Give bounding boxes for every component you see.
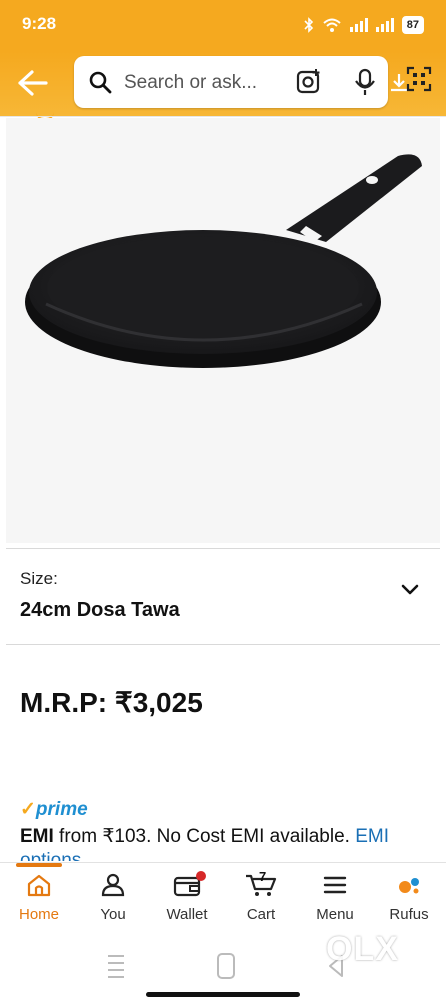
back-arrow-icon[interactable] [14,68,50,98]
signal-icon [349,18,368,32]
recent-apps-icon[interactable] [106,952,126,980]
share-overlay-icon[interactable] [326,70,352,96]
user-icon [101,873,125,897]
menu-icon [323,876,347,894]
tab-rufus-label: Rufus [389,906,429,923]
rufus-icon [399,878,419,894]
battery-indicator: 87 [401,16,424,34]
tab-you-label: You [100,906,126,923]
tab-home-label: Home [18,906,59,923]
tab-wallet[interactable]: Wallet [152,871,222,923]
tab-you[interactable]: You [78,873,148,923]
bluetooth-icon [304,17,313,33]
size-label: Size: [20,569,58,588]
active-tab-indicator [16,863,62,867]
tab-home[interactable]: Home [4,873,74,923]
emi-bold: EMI [20,826,54,847]
tab-cart[interactable]: 7 Cart [226,869,296,923]
tab-menu-label: Menu [316,906,354,923]
header-divider [0,116,446,117]
phone-screen: 9:28 87 Search or ask... Size: 24cm Dosa… [0,0,446,999]
emi-info: EMI from ₹103. No Cost EMI available. EM… [20,825,389,848]
qr-scan-icon[interactable] [406,66,432,92]
notification-dot [196,871,206,881]
status-time: 9:28 [22,14,57,33]
cart-count-badge: 7 [259,869,267,884]
emi-text: from ₹103. No Cost EMI available. [53,826,356,847]
home-icon [27,874,51,897]
product-image[interactable] [6,118,440,488]
bottom-tab-bar: Home You Wallet 7 Cart Menu Rufus [0,862,446,933]
prime-check-icon: ✓ [20,799,36,820]
section-divider [6,644,440,645]
prime-label: prime [35,799,88,820]
search-bar[interactable]: Search or ask... [74,56,388,108]
wifi-icon [323,18,341,32]
status-icons: 87 [304,16,424,34]
signal-icon-2 [375,18,394,32]
size-value: 24cm Dosa Tawa [20,599,180,621]
emi-options-link[interactable]: EMI [355,826,389,847]
home-button-icon[interactable] [216,952,236,980]
prime-badge: ✓prime [20,798,88,821]
emi-options-link-cut[interactable]: options [20,851,81,861]
watermark-logo: OLX [326,930,399,968]
mic-icon[interactable] [354,68,376,96]
camera-search-icon[interactable] [296,68,322,94]
status-bar: 9:28 87 [0,0,446,52]
tab-wallet-label: Wallet [166,906,208,923]
search-icon [89,71,112,94]
product-image-gallery[interactable] [6,118,440,636]
mrp-price: M.R.P: ₹3,025 [20,687,203,718]
search-input[interactable]: Search or ask... [124,72,257,94]
tab-menu[interactable]: Menu [300,873,370,923]
tab-cart-label: Cart [246,906,276,923]
tab-rufus[interactable]: Rufus [374,873,444,923]
chevron-down-icon[interactable] [400,583,420,597]
app-header: Search or ask... [0,52,446,116]
gesture-pill[interactable] [146,992,300,997]
size-selector[interactable]: Size: 24cm Dosa Tawa [6,549,440,644]
